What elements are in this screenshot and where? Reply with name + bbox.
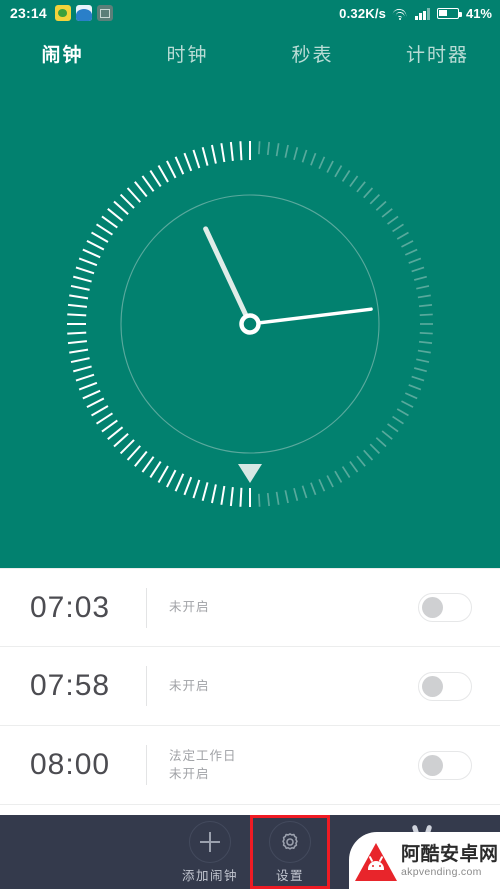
tab-alarm[interactable]: 闹钟: [0, 40, 125, 67]
analog-clock-container: [0, 80, 500, 568]
alarm-meta: 未开启: [169, 600, 210, 615]
clock-hands: [203, 226, 373, 335]
divider: [146, 745, 147, 785]
add-alarm-icon-circle: [189, 820, 231, 863]
alarm-state: 未开启: [169, 678, 210, 693]
clock-app-screen: 23:14 0.32K/s 41% 闹钟 时钟 秒表 计时器 07:03 未开启…: [0, 0, 500, 889]
alarm-meta: 法定工作日 未开启: [169, 749, 237, 782]
toggle-knob: [422, 754, 443, 776]
alarm-time: 07:03: [30, 590, 111, 624]
status-bar: 23:14 0.32K/s 41%: [0, 0, 500, 26]
battery-percent-label: 41%: [465, 5, 492, 21]
table-row[interactable]: 08:00 法定工作日 未开启: [0, 726, 500, 805]
clock-hero-panel: 闹钟 时钟 秒表 计时器: [0, 26, 500, 568]
tab-clock[interactable]: 时钟: [125, 40, 250, 67]
android-logo-icon: [355, 841, 397, 881]
watermark-site-en: akpvending.com: [401, 865, 482, 878]
watermark-text: 阿酷安卓网 akpvending.com: [401, 844, 499, 878]
divider: [146, 587, 147, 628]
status-bar-right: 0.32K/s 41%: [339, 6, 492, 21]
browser-icon: [75, 5, 92, 21]
app-icon: [96, 5, 113, 21]
clock-position-marker: [238, 464, 262, 483]
analog-clock: [67, 141, 433, 507]
tab-timer[interactable]: 计时器: [375, 40, 500, 67]
table-row[interactable]: 07:03 未开启: [0, 568, 500, 647]
settings-button[interactable]: 设置: [250, 815, 330, 889]
toggle-knob: [422, 675, 443, 697]
wechat-icon: [54, 5, 71, 21]
table-row[interactable]: 07:58 未开启: [0, 647, 500, 726]
clock-center-hub: [239, 313, 261, 335]
alarm-list: 07:03 未开启 07:58 未开启 08:00 法定工作日 未开启: [0, 568, 500, 815]
divider: [146, 666, 147, 706]
plus-icon: [200, 831, 220, 852]
settings-icon-circle: [269, 820, 311, 863]
gear-icon: [282, 832, 298, 850]
toggle-knob: [422, 597, 443, 618]
wifi-icon: [392, 7, 408, 20]
alarm-toggle[interactable]: [418, 593, 472, 622]
status-bar-time: 23:14: [10, 5, 47, 21]
alarm-meta: 未开启: [169, 679, 210, 694]
add-alarm-label: 添加闹钟: [181, 868, 238, 883]
alarm-toggle[interactable]: [418, 750, 472, 780]
alarm-toggle[interactable]: [418, 671, 472, 701]
add-alarm-button[interactable]: 添加闹钟: [170, 815, 250, 889]
alarm-time: 08:00: [30, 748, 111, 781]
network-speed-label: 0.32K/s: [339, 5, 387, 21]
status-bar-notification-icons: [54, 5, 113, 21]
alarm-time: 07:58: [30, 669, 111, 702]
minute-hand: [248, 307, 373, 326]
tab-bar: 闹钟 时钟 秒表 计时器: [0, 26, 500, 80]
watermark: 阿酷安卓网 akpvending.com: [349, 832, 500, 889]
alarm-repeat-label: 法定工作日: [169, 748, 237, 763]
alarm-state: 未开启: [169, 600, 210, 614]
tab-stopwatch[interactable]: 秒表: [250, 40, 375, 67]
settings-label: 设置: [275, 868, 304, 883]
battery-icon: [436, 7, 462, 19]
signal-icon: [415, 7, 430, 20]
watermark-site-cn: 阿酷安卓网: [401, 843, 499, 865]
alarm-state: 未开启: [169, 766, 210, 781]
hour-hand: [203, 226, 253, 327]
